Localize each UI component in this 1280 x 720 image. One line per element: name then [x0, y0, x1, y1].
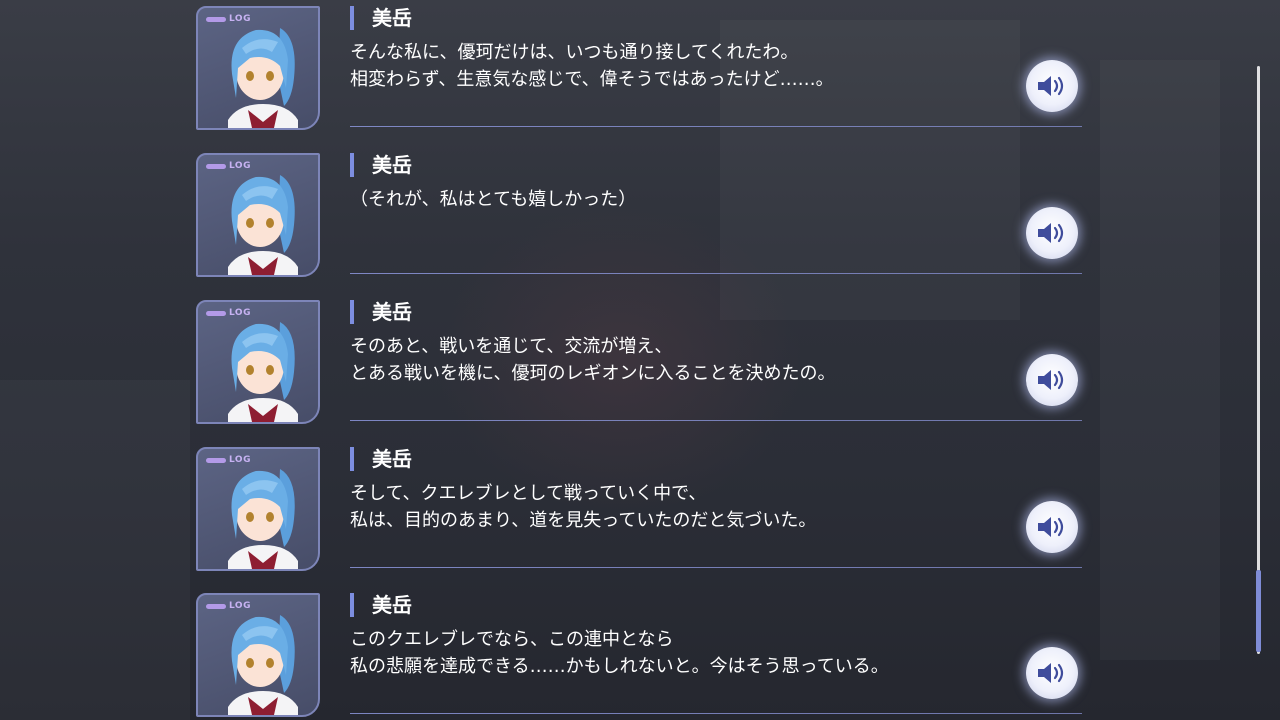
character-avatar-icon	[228, 469, 298, 569]
character-avatar-icon	[228, 175, 298, 275]
log-entry: LOG 美岳 そのあと、戦いを通じて、交流が増え、 とある戦いを機に、優珂のレギ…	[196, 294, 1086, 434]
voice-replay-button[interactable]	[1026, 354, 1078, 406]
speaker-icon	[1038, 223, 1064, 243]
speaker-name: 美岳	[372, 153, 412, 177]
log-tag-label: LOG	[229, 601, 251, 611]
dialogue-line: 相変わらず、生意気な感じで、偉そうではあったけど……。	[350, 69, 834, 90]
backlog-list[interactable]: LOG 美岳 そんな私に、優珂だけは、いつも通り接してくれたわ。 相変わらず、生…	[196, 0, 1086, 720]
log-entry: LOG 美岳 そんな私に、優珂だけは、いつも通り接してくれたわ。 相変わらず、生…	[196, 0, 1086, 140]
speaker-icon	[1038, 663, 1064, 683]
character-portrait: LOG	[196, 6, 320, 130]
speaker-name: 美岳	[372, 300, 412, 324]
background-wall	[0, 380, 190, 720]
name-accent-bar	[350, 593, 354, 617]
speaker-icon	[1038, 76, 1064, 96]
speaker-name: 美岳	[372, 447, 412, 471]
name-accent-bar	[350, 153, 354, 177]
scrollbar-track[interactable]	[1257, 66, 1260, 654]
scrollbar-thumb[interactable]	[1256, 570, 1261, 652]
dialogue-line: （それが、私はとても嬉しかった）	[350, 189, 637, 210]
entry-divider	[350, 273, 1082, 274]
name-accent-bar	[350, 300, 354, 324]
name-accent-bar	[350, 447, 354, 471]
log-tag-pill	[206, 16, 226, 22]
log-entry: LOG 美岳 （それが、私はとても嬉しかった）	[196, 147, 1086, 287]
log-tag-pill	[206, 310, 226, 316]
voice-replay-button[interactable]	[1026, 60, 1078, 112]
dialogue-line: このクエレブレでなら、この連中となら	[350, 629, 674, 650]
speaker-icon	[1038, 517, 1064, 537]
entry-divider	[350, 420, 1082, 421]
character-portrait: LOG	[196, 300, 320, 424]
name-accent-bar	[350, 6, 354, 30]
character-avatar-icon	[228, 28, 298, 128]
log-tag-label: LOG	[229, 161, 251, 171]
log-tag-label: LOG	[229, 455, 251, 465]
voice-replay-button[interactable]	[1026, 501, 1078, 553]
entry-divider	[350, 567, 1082, 568]
character-avatar-icon	[228, 322, 298, 422]
character-portrait: LOG	[196, 447, 320, 571]
dialogue-line: そして、クエレブレとして戦っていく中で、	[350, 483, 707, 504]
log-tag-label: LOG	[229, 14, 251, 24]
log-tag: LOG	[206, 161, 251, 171]
character-portrait: LOG	[196, 593, 320, 717]
log-tag: LOG	[206, 14, 251, 24]
speaker-name: 美岳	[372, 593, 412, 617]
dialogue-line: 私は、目的のあまり、道を見失っていたのだと気づいた。	[350, 510, 817, 531]
dialogue-line: 私の悲願を達成できる……かもしれないと。今はそう思っている。	[350, 656, 889, 677]
entry-divider	[350, 126, 1082, 127]
background-pillar	[1100, 60, 1220, 660]
log-tag: LOG	[206, 601, 251, 611]
voice-replay-button[interactable]	[1026, 647, 1078, 699]
speaker-name: 美岳	[372, 6, 412, 30]
speaker-icon	[1038, 370, 1064, 390]
log-entry: LOG 美岳 そして、クエレブレとして戦っていく中で、 私は、目的のあまり、道を…	[196, 441, 1086, 581]
log-tag-label: LOG	[229, 308, 251, 318]
log-tag-pill	[206, 457, 226, 463]
backlog-screen: LOG 美岳 そんな私に、優珂だけは、いつも通り接してくれたわ。 相変わらず、生…	[0, 0, 1280, 720]
dialogue-line: そのあと、戦いを通じて、交流が増え、	[350, 336, 673, 357]
log-tag-pill	[206, 163, 226, 169]
log-tag-pill	[206, 603, 226, 609]
character-avatar-icon	[228, 615, 298, 715]
voice-replay-button[interactable]	[1026, 207, 1078, 259]
dialogue-line: とある戦いを機に、優珂のレギオンに入ることを決めたの。	[350, 363, 836, 384]
log-entry: LOG 美岳 このクエレブレでなら、この連中となら 私の悲願を達成できる……かも…	[196, 587, 1086, 720]
log-tag: LOG	[206, 308, 251, 318]
log-tag: LOG	[206, 455, 251, 465]
dialogue-line: そんな私に、優珂だけは、いつも通り接してくれたわ。	[350, 42, 799, 63]
entry-divider	[350, 713, 1082, 714]
character-portrait: LOG	[196, 153, 320, 277]
